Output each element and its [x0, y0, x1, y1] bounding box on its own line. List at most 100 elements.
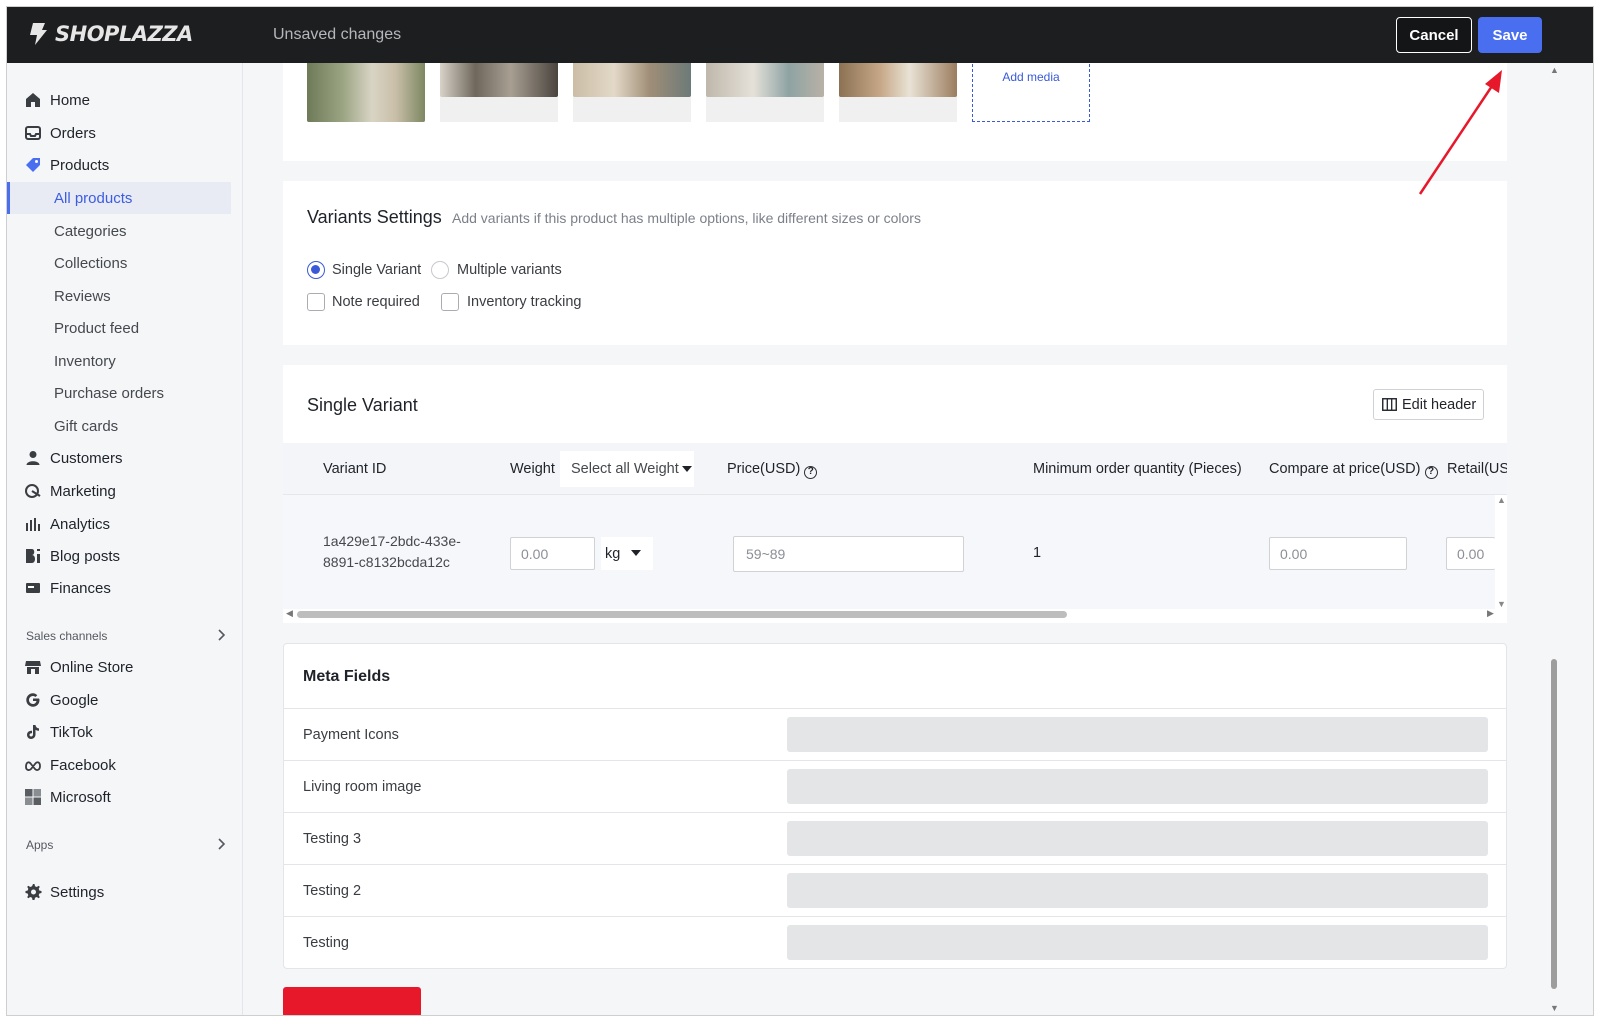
sidebar-item-marketing[interactable]: Marketing [7, 476, 231, 506]
meta-field-row: Testing 2 [284, 864, 1506, 916]
meta-field-input[interactable] [787, 717, 1488, 752]
scroll-down-arrow[interactable]: ▼ [1550, 1003, 1559, 1013]
delete-product-button[interactable] [283, 987, 421, 1015]
meta-field-input[interactable] [787, 925, 1488, 960]
sidebar-item-label: Online Store [50, 658, 134, 676]
sidebar-subitem-all-products[interactable]: All products [7, 182, 231, 214]
sidebar-item-products[interactable]: Products [7, 150, 231, 180]
media-thumbnail[interactable] [839, 63, 957, 97]
sidebar-subitem-reviews[interactable]: Reviews [7, 280, 231, 312]
scroll-left-arrow[interactable]: ◀ [286, 608, 293, 619]
compare-price-input[interactable]: 0.00 [1269, 537, 1407, 570]
sidebar-item-google[interactable]: Google [7, 685, 231, 715]
select-all-weight-label: Select all Weight [571, 461, 679, 477]
sidebar-item-label: Analytics [50, 515, 111, 533]
sidebar-subitem-label: Product feed [54, 319, 140, 337]
media-thumbnail[interactable] [440, 63, 558, 97]
marketing-icon [25, 484, 41, 498]
app-window: SHOPLAZZA Unsaved changes Cancel Save Ho… [6, 6, 1594, 1016]
apps-header[interactable]: Apps [26, 835, 226, 855]
page-scrollbar[interactable]: ▲ ▼ [1546, 63, 1562, 1015]
sidebar-item-label: Facebook [50, 756, 116, 774]
apps-label: Apps [26, 838, 54, 852]
sales-channels-header[interactable]: Sales channels [26, 626, 226, 646]
tag-icon [26, 158, 40, 172]
weight-input[interactable]: 0.00 [510, 537, 595, 570]
logo-text: SHOPLAZZA [55, 22, 193, 46]
media-thumbnail[interactable] [307, 63, 425, 122]
meta-field-input[interactable] [787, 873, 1488, 908]
select-all-weight-dropdown[interactable]: Select all Weight [560, 451, 694, 487]
help-icon[interactable]: ? [1424, 466, 1438, 479]
meta-field-row: Payment Icons [284, 708, 1506, 760]
sidebar-item-blog-posts[interactable]: Blog posts [7, 541, 231, 571]
sidebar-item-finances[interactable]: Finances [7, 573, 231, 603]
sidebar-item-settings[interactable]: Settings [7, 877, 231, 907]
sidebar-subitem-label: All products [54, 189, 133, 207]
media-card: Add media [283, 63, 1507, 161]
retail-price-input[interactable]: 0.00 [1446, 537, 1495, 570]
sidebar-item-online-store[interactable]: Online Store [7, 652, 231, 682]
page-scrollbar-thumb[interactable] [1551, 659, 1557, 989]
column-header-variant-id: Variant ID [323, 461, 387, 477]
sidebar-item-tiktok[interactable]: TikTok [7, 717, 231, 747]
note-required-checkbox[interactable] [307, 293, 325, 311]
sidebar-subitem-product-feed[interactable]: Product feed [7, 312, 231, 344]
price-header-label: Price(USD) [727, 461, 801, 477]
scroll-right-arrow[interactable]: ▶ [1487, 608, 1494, 619]
sidebar-item-label: Google [50, 691, 99, 709]
gear-icon [25, 884, 42, 900]
meta-field-row: Living room image [284, 760, 1506, 812]
variant-id-cell: 1a429e17-2bdc-433e- 8891-c8132bcda12c [323, 531, 461, 573]
sidebar-item-home[interactable]: Home [7, 85, 231, 115]
column-header-compare-price: Compare at price(USD)? [1269, 461, 1438, 479]
sidebar-subitem-label: Reviews [54, 287, 111, 305]
sidebar-subitem-inventory[interactable]: Inventory [7, 345, 231, 377]
sidebar-subitem-purchase-orders[interactable]: Purchase orders [7, 377, 231, 409]
inventory-tracking-checkbox[interactable] [441, 293, 459, 311]
moq-value: 1 [1033, 545, 1042, 561]
multiple-variants-label: Multiple variants [457, 262, 562, 278]
variant-id-line: 1a429e17-2bdc-433e- [323, 533, 461, 549]
sidebar-subitem-collections[interactable]: Collections [7, 247, 231, 279]
microsoft-icon [25, 789, 41, 805]
help-icon[interactable]: ? [804, 466, 818, 479]
media-thumbnail[interactable] [573, 63, 691, 97]
sidebar-subitem-gift-cards[interactable]: Gift cards [7, 410, 231, 442]
sidebar-item-analytics[interactable]: Analytics [7, 509, 231, 539]
price-input[interactable]: 59~89 [733, 536, 964, 572]
sidebar-item-facebook[interactable]: Facebook [7, 750, 231, 780]
chevron-right-icon [218, 629, 226, 641]
sidebar-subitem-categories[interactable]: Categories [7, 215, 231, 247]
edit-header-button[interactable]: Edit header [1373, 389, 1484, 420]
sidebar-item-label: Marketing [50, 482, 116, 500]
main-content: Add media Variants Settings Add variants… [244, 63, 1546, 1015]
column-header-price: Price(USD)? [727, 461, 818, 479]
meta-field-input[interactable] [787, 821, 1488, 856]
sidebar-item-label: Finances [50, 579, 111, 597]
weight-unit-select[interactable]: kg [601, 537, 653, 570]
column-header-weight: Weight [510, 461, 555, 477]
cancel-button[interactable]: Cancel [1396, 17, 1472, 53]
add-media-button[interactable]: Add media [972, 63, 1090, 122]
variant-id-line: 8891-c8132bcda12c [323, 554, 450, 570]
scroll-up-arrow[interactable]: ▲ [1550, 65, 1559, 75]
multiple-variants-radio[interactable] [431, 261, 449, 279]
sidebar-item-orders[interactable]: Orders [7, 118, 231, 148]
sidebar-item-customers[interactable]: Customers [7, 443, 231, 473]
meta-field-input[interactable] [787, 769, 1488, 804]
table-horizontal-scrollbar[interactable] [297, 611, 1067, 618]
sales-channels-label: Sales channels [26, 629, 108, 643]
sidebar-subitem-label: Collections [54, 254, 128, 272]
meta-fields-title: Meta Fields [303, 668, 391, 685]
sidebar-item-microsoft[interactable]: Microsoft [7, 782, 231, 812]
caret-down-icon [681, 466, 692, 472]
scroll-down-arrow[interactable]: ▼ [1497, 599, 1506, 609]
finance-icon [26, 583, 40, 593]
scroll-up-arrow[interactable]: ▲ [1497, 495, 1506, 505]
single-variant-radio[interactable] [307, 261, 325, 279]
tiktok-icon [27, 725, 39, 739]
save-button[interactable]: Save [1478, 17, 1542, 53]
inventory-tracking-label: Inventory tracking [467, 294, 582, 310]
media-thumbnail[interactable] [706, 63, 824, 97]
